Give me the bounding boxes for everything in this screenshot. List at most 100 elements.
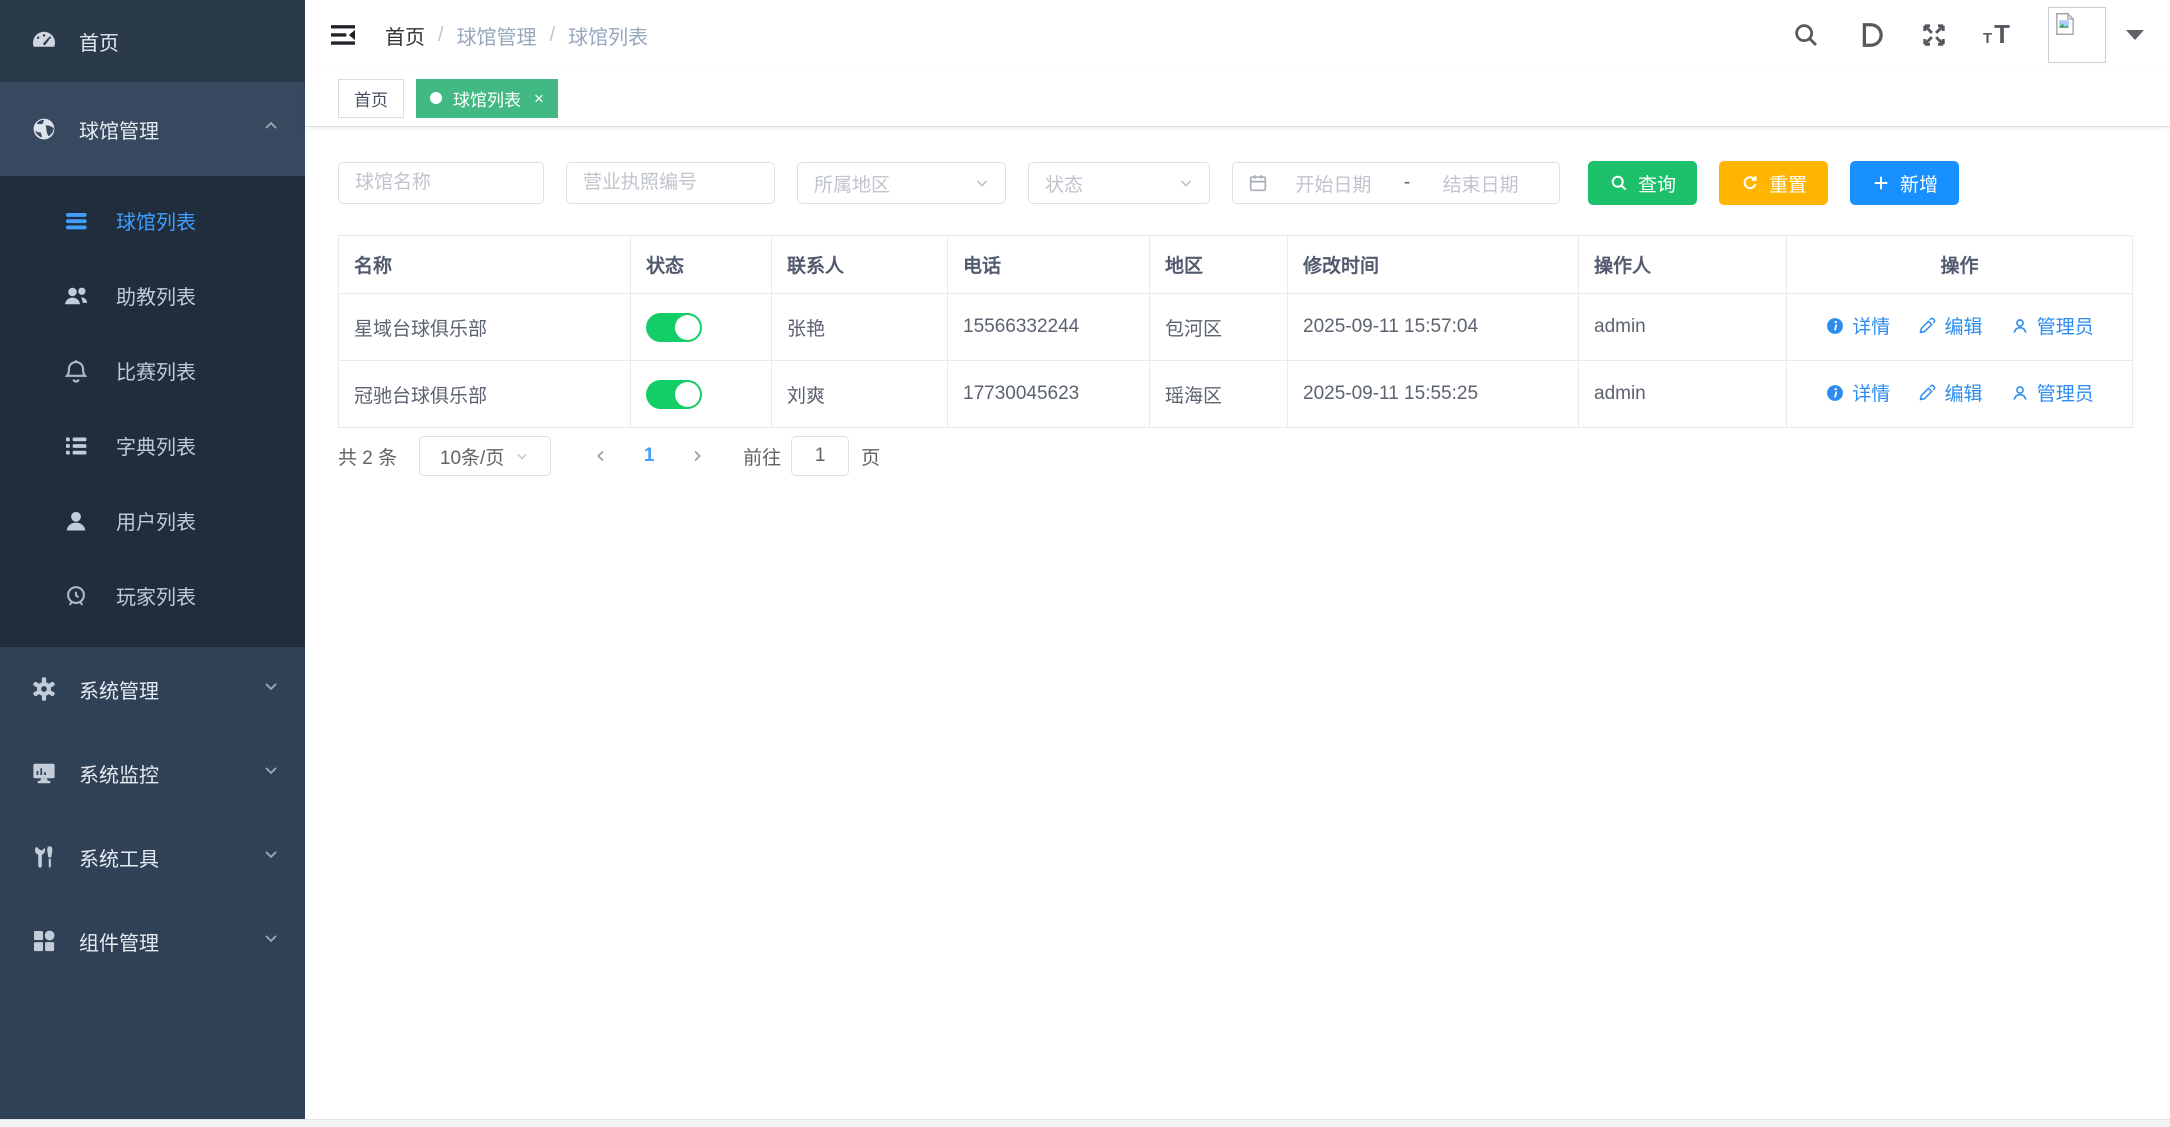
cell-name: 星域台球俱乐部 bbox=[339, 294, 631, 361]
sidebar-item-label: 球馆列表 bbox=[116, 206, 196, 235]
avatar bbox=[2048, 7, 2106, 63]
monitor-icon bbox=[28, 758, 60, 788]
chevron-down-icon bbox=[514, 448, 530, 464]
breadcrumb-item-venue-manage[interactable]: 球馆管理 bbox=[457, 21, 537, 50]
status-select[interactable]: 状态 bbox=[1028, 162, 1210, 204]
edit-link[interactable]: 编辑 bbox=[1917, 379, 1982, 406]
sidebar-submenu-components[interactable]: 组件管理 bbox=[0, 899, 305, 983]
list-icon bbox=[60, 431, 92, 461]
plus-icon bbox=[1871, 173, 1891, 193]
sidebar-item-label: 用户列表 bbox=[116, 506, 196, 535]
person-icon bbox=[2010, 316, 2030, 336]
page-number-1[interactable]: 1 bbox=[625, 436, 673, 476]
sidebar-submenu-label: 组件管理 bbox=[79, 927, 159, 956]
page-size-select[interactable]: 10条/页 bbox=[419, 436, 551, 476]
sidebar-submenu-label: 球馆管理 bbox=[79, 115, 159, 144]
sidebar-item-venue-list[interactable]: 球馆列表 bbox=[0, 183, 305, 258]
docs-icon[interactable] bbox=[1838, 20, 1902, 50]
chevron-left-icon bbox=[592, 447, 610, 465]
tag-close-icon[interactable]: × bbox=[534, 90, 544, 107]
next-page-button[interactable] bbox=[673, 436, 721, 476]
cell-status bbox=[631, 361, 772, 428]
page-size-value: 10条/页 bbox=[440, 443, 504, 470]
stopwatch-icon bbox=[60, 581, 92, 611]
date-start-placeholder: 开始日期 bbox=[1269, 170, 1398, 197]
select-placeholder: 所属地区 bbox=[814, 170, 890, 197]
tag-home[interactable]: 首页 bbox=[338, 79, 404, 118]
admin-link[interactable]: 管理员 bbox=[2010, 379, 2094, 406]
refresh-icon bbox=[1740, 173, 1760, 193]
font-size-icon[interactable]: TT bbox=[1966, 20, 2032, 50]
admin-link-label: 管理员 bbox=[2037, 312, 2094, 339]
date-range-picker[interactable]: 开始日期 - 结束日期 bbox=[1232, 162, 1560, 204]
cell-actions: 详情 编辑 管理员 bbox=[1787, 361, 2133, 428]
add-button[interactable]: 新增 bbox=[1850, 161, 1959, 205]
sidebar-submenu-label: 系统管理 bbox=[79, 675, 159, 704]
cell-district: 包河区 bbox=[1150, 294, 1288, 361]
sidebar-item-home[interactable]: 首页 bbox=[0, 0, 305, 82]
goto-page-input[interactable] bbox=[791, 436, 849, 476]
detail-link[interactable]: 详情 bbox=[1825, 379, 1890, 406]
sidebar-item-match-list[interactable]: 比赛列表 bbox=[0, 333, 305, 408]
page-content: 所属地区 状态 开始日期 - 结束日期 查询 bbox=[305, 127, 2170, 476]
status-toggle[interactable] bbox=[646, 313, 702, 342]
search-icon bbox=[1609, 173, 1629, 193]
tag-label: 首页 bbox=[354, 86, 388, 111]
cell-contact: 刘爽 bbox=[772, 361, 948, 428]
region-select[interactable]: 所属地区 bbox=[797, 162, 1006, 204]
chevron-down-icon bbox=[973, 174, 991, 192]
reset-button[interactable]: 重置 bbox=[1719, 161, 1828, 205]
user-icon bbox=[60, 506, 92, 536]
filter-row: 所属地区 状态 开始日期 - 结束日期 查询 bbox=[338, 161, 2132, 205]
search-button[interactable]: 查询 bbox=[1588, 161, 1697, 205]
fullscreen-icon[interactable] bbox=[1902, 20, 1966, 50]
sidebar-submenu-label: 系统工具 bbox=[79, 843, 159, 872]
table-row: 冠驰台球俱乐部 刘爽 17730045623 瑶海区 2025-09-11 15… bbox=[339, 361, 2133, 428]
breadcrumb-item-venue-list[interactable]: 球馆列表 bbox=[568, 21, 648, 50]
calendar-icon bbox=[1247, 172, 1269, 194]
edit-link[interactable]: 编辑 bbox=[1917, 312, 1982, 339]
chevron-down-icon bbox=[1177, 174, 1195, 192]
tag-venue-list[interactable]: 球馆列表 × bbox=[416, 79, 558, 118]
toggle-knob bbox=[675, 382, 700, 407]
edit-pencil-icon bbox=[1917, 383, 1937, 403]
breadcrumb-separator: / bbox=[550, 24, 556, 47]
bell-icon bbox=[60, 356, 92, 386]
sidebar-item-label: 字典列表 bbox=[116, 431, 196, 460]
sidebar-submenu-system-manage[interactable]: 系统管理 bbox=[0, 647, 305, 731]
breadcrumb: 首页 / 球馆管理 / 球馆列表 bbox=[385, 21, 648, 50]
page-unit-label: 页 bbox=[861, 443, 880, 470]
sidebar-item-player-list[interactable]: 玩家列表 bbox=[0, 558, 305, 633]
sidebar-submenu-system-monitor[interactable]: 系统监控 bbox=[0, 731, 305, 815]
venue-name-input[interactable] bbox=[338, 162, 544, 204]
cell-modified: 2025-09-11 15:55:25 bbox=[1288, 361, 1579, 428]
search-button-label: 查询 bbox=[1638, 170, 1676, 197]
toggle-knob bbox=[675, 315, 700, 340]
breadcrumb-item-home[interactable]: 首页 bbox=[385, 21, 425, 50]
sidebar-item-user-list[interactable]: 用户列表 bbox=[0, 483, 305, 558]
column-header-actions: 操作 bbox=[1787, 236, 2133, 294]
cell-status bbox=[631, 294, 772, 361]
gear-icon bbox=[28, 674, 60, 704]
search-icon[interactable] bbox=[1774, 20, 1838, 50]
license-number-input[interactable] bbox=[566, 162, 775, 204]
sidebar-item-assistant-list[interactable]: 助教列表 bbox=[0, 258, 305, 333]
prev-page-button[interactable] bbox=[577, 436, 625, 476]
sidebar-item-label: 玩家列表 bbox=[116, 581, 196, 610]
cell-actions: 详情 编辑 管理员 bbox=[1787, 294, 2133, 361]
edit-pencil-icon bbox=[1917, 316, 1937, 336]
user-avatar-menu[interactable] bbox=[2048, 7, 2144, 63]
cell-phone: 17730045623 bbox=[948, 361, 1150, 428]
sidebar-submenu-venue[interactable]: 球馆管理 bbox=[0, 82, 305, 176]
sidebar-item-dict-list[interactable]: 字典列表 bbox=[0, 408, 305, 483]
sidebar-item-label: 首页 bbox=[79, 27, 119, 56]
status-toggle[interactable] bbox=[646, 380, 702, 409]
tag-label: 球馆列表 bbox=[453, 86, 521, 111]
sidebar-submenu-system-tools[interactable]: 系统工具 bbox=[0, 815, 305, 899]
sidebar-item-label: 比赛列表 bbox=[116, 356, 196, 385]
venues-table: 名称 状态 联系人 电话 地区 修改时间 操作人 操作 星域台球俱乐部 bbox=[338, 235, 2133, 428]
admin-link[interactable]: 管理员 bbox=[2010, 312, 2094, 339]
detail-link[interactable]: 详情 bbox=[1825, 312, 1890, 339]
sidebar-fold-icon[interactable] bbox=[305, 19, 369, 51]
person-icon bbox=[2010, 383, 2030, 403]
